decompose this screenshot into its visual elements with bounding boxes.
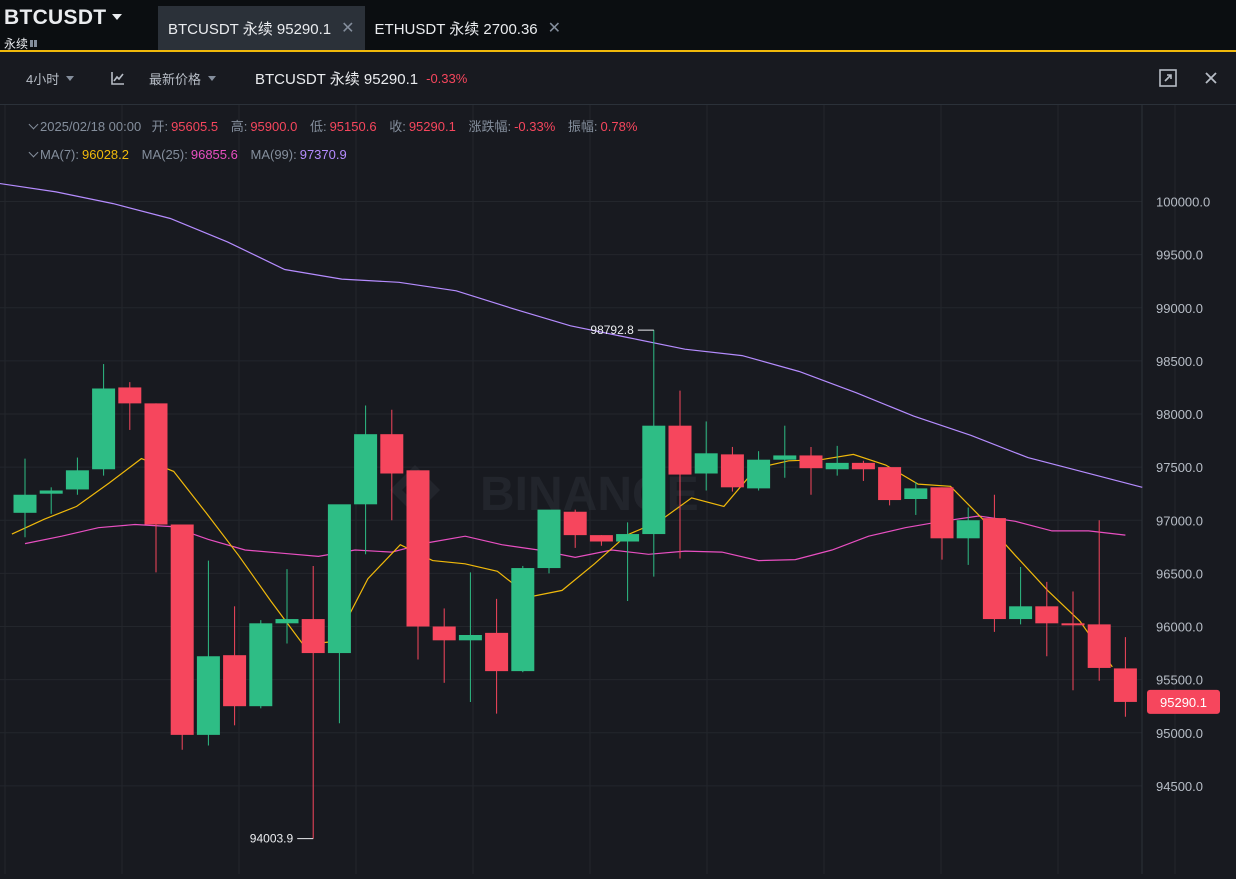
chart-toolbar: 4小时 最新价格 BTCUSDT 永续 95290.1 -0.33% (0, 52, 1236, 105)
ma99-line (0, 182, 1143, 488)
y-tick-label: 96500.0 (1156, 566, 1203, 581)
candle-up[interactable] (773, 455, 797, 460)
candle-down[interactable] (668, 425, 692, 475)
candle-down[interactable] (301, 619, 325, 654)
title-change: -0.33% (426, 70, 468, 86)
price-type-selector[interactable]: 最新价格 (149, 52, 217, 104)
high-price-label: 98792.8 (590, 323, 634, 337)
candle-down[interactable] (720, 454, 744, 488)
candle-down[interactable] (1035, 606, 1059, 624)
candle-up[interactable] (616, 534, 640, 542)
symbol-name[interactable]: BTCUSDT (4, 6, 106, 29)
candle-up[interactable] (354, 434, 378, 505)
y-tick-label: 97500.0 (1156, 460, 1203, 475)
chevron-down-icon[interactable] (112, 13, 123, 20)
chevron-down-icon (208, 75, 217, 81)
popout-icon (1159, 69, 1177, 87)
candle-down[interactable] (380, 434, 404, 474)
y-tick-label: 99500.0 (1156, 248, 1203, 263)
tab-label: BTCUSDT 永续 95290.1 (168, 20, 332, 38)
y-tick-label: 98000.0 (1156, 407, 1203, 422)
candle-up[interactable] (537, 509, 561, 569)
candle-up[interactable] (511, 568, 535, 672)
ma-legend: MA(7): 96028.2 MA(25): 96855.6 MA(99): 9737… (28, 147, 356, 162)
chevron-down-icon (66, 75, 75, 81)
tab-ethusdt[interactable]: ETHUSDT 永续 2700.36 ✕ (365, 6, 572, 50)
candle-up[interactable] (275, 619, 299, 624)
popout-button[interactable] (1158, 52, 1178, 104)
candle-up[interactable] (642, 425, 666, 535)
candle-down[interactable] (406, 470, 430, 627)
candle-up[interactable] (904, 488, 928, 499)
y-tick-label: 100000.0 (1156, 195, 1210, 210)
symbol-selector[interactable]: BTCUSDT (4, 6, 123, 30)
book-icon (30, 40, 38, 47)
candle-down[interactable] (563, 511, 587, 536)
candle-up[interactable] (747, 459, 771, 489)
candle-down[interactable] (982, 518, 1006, 620)
candle-up[interactable] (39, 490, 63, 494)
candle-down[interactable] (799, 455, 823, 469)
collapse-icon[interactable] (28, 119, 39, 130)
interval-selector[interactable]: 4小时 (26, 52, 75, 104)
candle-up[interactable] (92, 388, 116, 470)
candle-up[interactable] (956, 520, 980, 539)
tab-btcusdt[interactable]: BTCUSDT 永续 95290.1 ✕ (158, 6, 365, 50)
y-tick-label: 95000.0 (1156, 726, 1203, 741)
y-tick-label: 99000.0 (1156, 301, 1203, 316)
candle-down[interactable] (930, 487, 954, 539)
indicator-button[interactable] (111, 52, 125, 104)
close-icon (1205, 72, 1217, 84)
ohlc-legend: 2025/02/18 00:00 开: 95605.5 高: 95900.0 低: 9… (28, 116, 646, 135)
chart-area[interactable]: 100000.0 99500.0 99000.0 98500.0 98000.0 9750… (0, 105, 1236, 874)
candle-down[interactable] (1087, 624, 1111, 668)
candle-down[interactable] (589, 535, 613, 542)
close-icon[interactable]: ✕ (548, 18, 561, 38)
low-price-label: 94003.9 (250, 832, 294, 846)
candle-up[interactable] (13, 494, 37, 513)
y-tick-label: 95500.0 (1156, 673, 1203, 688)
candle-down[interactable] (432, 626, 456, 641)
close-chart-button[interactable] (1204, 52, 1218, 104)
tab-label: ETHUSDT 永续 2700.36 (374, 20, 538, 38)
candle-up[interactable] (65, 470, 89, 490)
candlestick-chart[interactable]: 100000.0 99500.0 99000.0 98500.0 98000.0 9750… (0, 105, 1236, 874)
candle-down[interactable] (878, 467, 902, 501)
candle-up[interactable] (1009, 606, 1033, 620)
symbol-tabs: BTCUSDT 永续 95290.1 ✕ ETHUSDT 永续 2700.36 … (158, 6, 571, 50)
candle-up[interactable] (694, 453, 718, 474)
candle-down[interactable] (485, 632, 509, 672)
collapse-icon[interactable] (28, 147, 39, 158)
y-tick-label: 96000.0 (1156, 620, 1203, 635)
chart-title: BTCUSDT 永续 95290.1 -0.33% (255, 70, 468, 88)
candle-down[interactable] (223, 655, 247, 707)
candle-down[interactable] (1061, 623, 1085, 626)
last-price-label: 95290.1 (1160, 695, 1207, 710)
chart-indicator-icon (111, 72, 124, 85)
watermark: BINANCE (480, 468, 699, 521)
candle-down[interactable] (851, 462, 875, 470)
close-icon[interactable]: ✕ (341, 18, 354, 38)
y-tick-label: 97000.0 (1156, 513, 1203, 528)
top-bar: BTCUSDT 永续 BTCUSDT 永续 95290.1 ✕ ETHUSDT … (0, 0, 1236, 52)
candle-down[interactable] (118, 387, 142, 404)
candle-down[interactable] (170, 524, 194, 735)
candle-down[interactable] (1113, 668, 1137, 702)
candle-up[interactable] (458, 635, 482, 641)
y-tick-label: 98500.0 (1156, 354, 1203, 369)
candle-up[interactable] (249, 623, 273, 707)
candle-down[interactable] (144, 403, 168, 525)
y-tick-label: 94500.0 (1156, 779, 1203, 794)
candle-up[interactable] (196, 656, 220, 735)
candle-up[interactable] (825, 462, 849, 470)
candle-up[interactable] (327, 504, 351, 654)
